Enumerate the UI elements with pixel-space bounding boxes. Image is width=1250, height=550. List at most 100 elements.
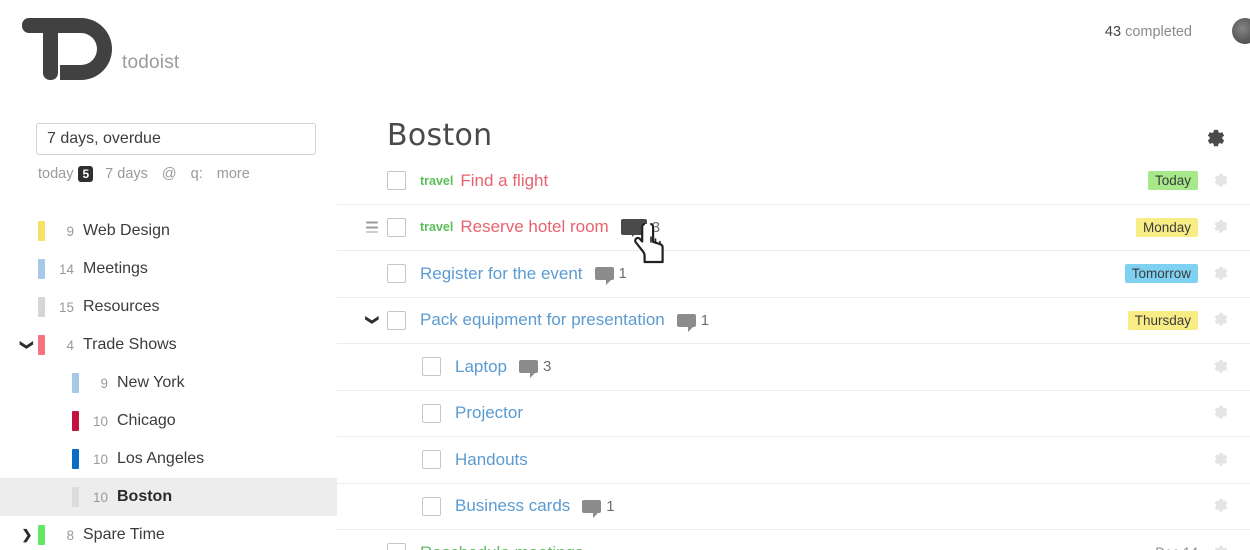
task-checkbox[interactable] xyxy=(387,310,406,330)
project-settings-gear-icon[interactable] xyxy=(1205,128,1227,150)
task-menu-gear-icon[interactable] xyxy=(1212,451,1230,469)
sidebar-item-spare-time[interactable]: ❯ 8 Spare Time xyxy=(0,516,337,550)
chevron-down-icon[interactable]: ❯ xyxy=(20,338,35,352)
task-title[interactable]: Find a flight xyxy=(460,171,548,191)
chevron-right-icon[interactable]: ❯ xyxy=(20,527,34,542)
task-title[interactable]: Laptop xyxy=(455,357,507,377)
due-date-badge[interactable]: Monday xyxy=(1135,217,1198,237)
sidebar-item-meetings[interactable]: 14 Meetings xyxy=(0,250,337,288)
filter-count-badge: 5 xyxy=(78,166,94,182)
task-menu-gear-icon[interactable] xyxy=(1212,358,1230,376)
task-menu-gear-icon[interactable] xyxy=(1212,311,1230,329)
user-avatar-icon[interactable] xyxy=(1232,18,1250,44)
filter--[interactable]: @ xyxy=(162,166,177,182)
page-title: Boston xyxy=(387,118,493,153)
todoist-logo[interactable]: todoist xyxy=(22,14,179,80)
comment-bubble-icon xyxy=(620,219,647,238)
comment-count: 1 xyxy=(700,311,710,329)
sidebar-item-web-design[interactable]: 9 Web Design xyxy=(0,212,337,250)
project-name: Resources xyxy=(83,298,160,315)
due-date-badge[interactable]: Tomorrow xyxy=(1124,264,1198,284)
project-color-swatch xyxy=(38,525,45,545)
task-menu-gear-icon[interactable] xyxy=(1212,172,1230,190)
task-checkbox[interactable] xyxy=(422,450,441,470)
task-title[interactable]: Reschedule meetings xyxy=(420,543,583,550)
task-list: travel Find a flight Today travel Reserve ho… xyxy=(337,158,1250,550)
sidebar-item-new-york[interactable]: 9 New York xyxy=(0,364,337,402)
sidebar-item-boston[interactable]: 10 Boston xyxy=(0,478,337,516)
task-menu-gear-icon[interactable] xyxy=(1212,404,1230,422)
sidebar-item-resources[interactable]: 15 Resources xyxy=(0,288,337,326)
project-list: 9 Web Design 14 Meetings 15 Resources ❯ 4 Trade … xyxy=(0,212,337,550)
search-input[interactable] xyxy=(36,123,316,155)
project-task-count: 10 xyxy=(92,451,108,467)
completed-counter[interactable]: 43 completed xyxy=(1105,24,1192,40)
task-comments[interactable]: 1 xyxy=(676,311,710,332)
task-row[interactable]: Business cards 1 xyxy=(337,484,1250,530)
sidebar-item-chicago[interactable]: 10 Chicago xyxy=(0,402,337,440)
task-row[interactable]: travel Reserve hotel room 3 Monday xyxy=(337,205,1250,251)
task-label-tag[interactable]: travel xyxy=(420,220,453,234)
task-row[interactable]: travel Find a flight Today xyxy=(337,158,1250,205)
comment-bubble-icon xyxy=(676,313,696,332)
due-date-badge[interactable]: Thursday xyxy=(1127,310,1198,330)
task-comments[interactable]: 1 xyxy=(582,497,615,518)
project-color-swatch xyxy=(72,487,79,507)
top-bar: todoist 43 completed xyxy=(0,0,1250,80)
task-checkbox[interactable] xyxy=(387,171,406,191)
comment-count: 1 xyxy=(606,497,615,515)
filter-today[interactable]: today xyxy=(38,166,73,182)
project-color-swatch xyxy=(72,411,79,431)
comment-count: 3 xyxy=(543,358,552,376)
task-checkbox[interactable] xyxy=(387,543,406,550)
task-row[interactable]: Register for the event 1 Tomorrow xyxy=(337,251,1250,298)
drag-handle-icon[interactable] xyxy=(366,221,378,233)
task-title[interactable]: Register for the event xyxy=(420,264,583,284)
comment-bubble-icon xyxy=(582,499,602,518)
task-title[interactable]: Pack equipment for presentation xyxy=(420,310,665,330)
logo-wordmark: todoist xyxy=(122,52,180,73)
due-date-badge[interactable]: Today xyxy=(1147,171,1198,191)
task-row[interactable]: Projector xyxy=(337,391,1250,437)
task-checkbox[interactable] xyxy=(422,496,441,516)
filter-q-[interactable]: q: xyxy=(191,166,203,182)
task-title[interactable]: Business cards xyxy=(455,496,570,516)
project-task-count: 9 xyxy=(100,375,108,391)
task-menu-gear-icon[interactable] xyxy=(1212,218,1230,236)
sidebar: today 5 7 days @ q: more 9 Web Design 14 Meeting… xyxy=(0,100,337,550)
task-row[interactable]: Handouts xyxy=(337,437,1250,484)
task-checkbox[interactable] xyxy=(387,264,406,284)
project-color-swatch xyxy=(38,335,45,355)
task-checkbox[interactable] xyxy=(422,357,441,377)
task-title[interactable]: Projector xyxy=(455,403,523,423)
task-comments[interactable]: 1 xyxy=(594,265,627,286)
task-row[interactable]: ❯ Pack equipment for presentation 1 Thursda… xyxy=(337,298,1250,344)
completed-label: completed xyxy=(1125,24,1192,40)
task-title[interactable]: Reserve hotel room xyxy=(460,217,608,237)
task-menu-gear-icon[interactable] xyxy=(1212,497,1230,515)
chevron-down-icon[interactable]: ❯ xyxy=(364,315,380,326)
project-color-swatch xyxy=(38,221,45,241)
due-date-text[interactable]: Dec 14 xyxy=(1155,545,1198,550)
project-task-count: 14 xyxy=(58,261,74,277)
project-color-swatch xyxy=(72,449,79,469)
task-menu-gear-icon[interactable] xyxy=(1212,544,1230,550)
project-task-count: 4 xyxy=(66,337,74,353)
project-name: Web Design xyxy=(83,222,170,239)
filter-more[interactable]: more xyxy=(217,166,250,182)
task-row[interactable]: Laptop 3 xyxy=(337,344,1250,391)
task-checkbox[interactable] xyxy=(422,403,441,423)
task-checkbox[interactable] xyxy=(387,217,406,237)
task-label-tag[interactable]: travel xyxy=(420,174,453,188)
project-task-count: 10 xyxy=(92,489,108,505)
project-task-count: 15 xyxy=(58,299,74,315)
task-title[interactable]: Handouts xyxy=(455,450,528,470)
task-menu-gear-icon[interactable] xyxy=(1212,265,1230,283)
sidebar-item-los-angeles[interactable]: 10 Los Angeles xyxy=(0,440,337,478)
task-comments[interactable]: 3 xyxy=(519,358,552,379)
task-row[interactable]: Reschedule meetings Dec 14 xyxy=(337,530,1250,550)
sidebar-item-trade-shows[interactable]: ❯ 4 Trade Shows xyxy=(0,326,337,364)
task-comments[interactable]: 3 xyxy=(620,219,660,238)
project-task-count: 10 xyxy=(92,413,108,429)
filter-7-days[interactable]: 7 days xyxy=(105,166,148,182)
